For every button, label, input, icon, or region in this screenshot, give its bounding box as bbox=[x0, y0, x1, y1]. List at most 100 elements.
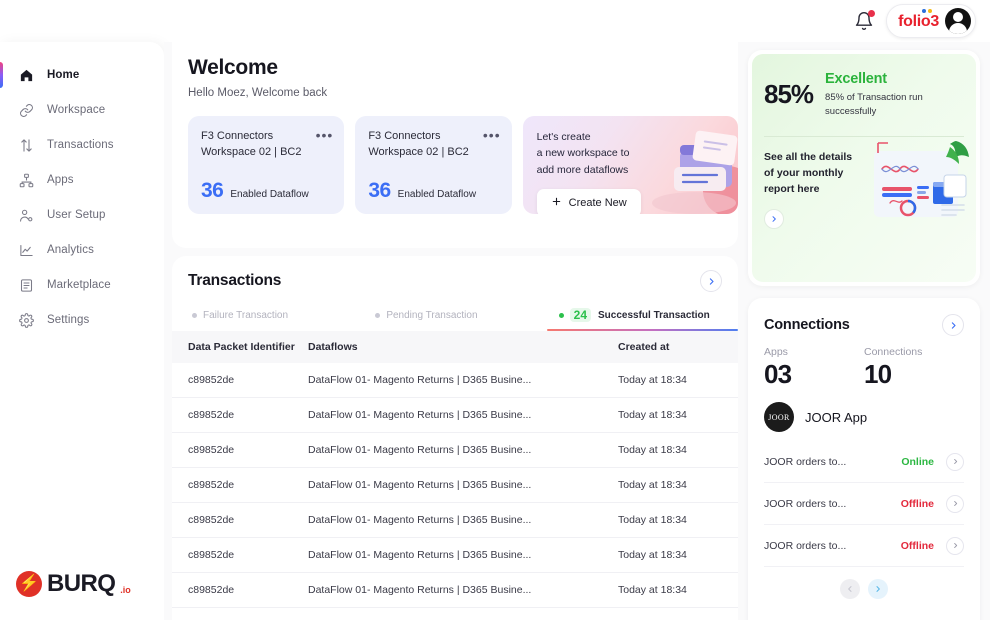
more-options-icon[interactable]: ••• bbox=[316, 128, 334, 142]
cell-identifier: c89852de bbox=[172, 467, 308, 503]
table-row[interactable]: c89852de DataFlow 01- Magento Returns | … bbox=[172, 502, 738, 538]
joor-app-avatar: JOOR bbox=[764, 402, 794, 432]
cell-dataflow: DataFlow 01- Magento Returns | D365 Busi… bbox=[308, 467, 618, 503]
sidebar-item-user-setup[interactable]: User Setup bbox=[0, 198, 164, 232]
cell-identifier: c89852de bbox=[172, 502, 308, 538]
column-header-identifier: Data Packet Identifier bbox=[172, 331, 308, 363]
chevron-left-icon[interactable] bbox=[840, 579, 860, 599]
transactions-table: Data Packet Identifier Dataflows Created… bbox=[172, 331, 738, 608]
connections-expand-button[interactable] bbox=[942, 314, 964, 336]
bell-icon[interactable] bbox=[854, 10, 876, 31]
table-row[interactable]: c89852de DataFlow 01- Magento Returns | … bbox=[172, 397, 738, 433]
sidebar: Home Workspace Transactions Apps User Se… bbox=[0, 42, 164, 620]
cell-created: Today at 18:34 bbox=[618, 397, 738, 433]
lightning-bolt-icon: ⚡ bbox=[16, 571, 42, 597]
table-row[interactable]: c89852de DataFlow 01- Magento Returns | … bbox=[172, 572, 738, 608]
sitemap-icon bbox=[18, 172, 35, 189]
tab-label: Successful Transaction bbox=[598, 309, 710, 321]
cell-dataflow: DataFlow 01- Magento Returns | D365 Busi… bbox=[308, 537, 618, 573]
connections-stats: Apps 03 Connections 10 bbox=[764, 346, 964, 390]
score-percentage: 85% bbox=[764, 79, 814, 110]
cell-identifier: c89852de bbox=[172, 432, 308, 468]
folio3-logo: folio3 bbox=[898, 9, 939, 30]
cell-identifier: c89852de bbox=[172, 363, 308, 398]
stat-apps-value: 03 bbox=[764, 359, 792, 389]
workspace-cards: F3 Connectors Workspace 02 | BC2 ••• 36 … bbox=[188, 116, 739, 214]
score-verdict: Excellent bbox=[825, 71, 887, 87]
tab-failure-transaction[interactable]: Failure Transaction bbox=[180, 308, 363, 331]
report-dashboard-illustration bbox=[860, 135, 972, 240]
connections-title: Connections bbox=[764, 317, 850, 333]
joor-app-row[interactable]: JOOR JOOR App bbox=[764, 402, 964, 432]
link-icon bbox=[18, 102, 35, 119]
cell-dataflow: DataFlow 01- Magento Returns | D365 Busi… bbox=[308, 502, 618, 538]
cell-created: Today at 18:34 bbox=[618, 537, 738, 573]
profile-menu[interactable]: folio3 bbox=[886, 4, 976, 38]
table-row[interactable]: c89852de DataFlow 01- Magento Returns | … bbox=[172, 363, 738, 398]
cell-created: Today at 18:34 bbox=[618, 502, 738, 538]
table-row[interactable]: c89852de DataFlow 01- Magento Returns | … bbox=[172, 432, 738, 468]
sidebar-item-settings[interactable]: Settings bbox=[0, 303, 164, 337]
sidebar-item-label: Settings bbox=[47, 314, 90, 326]
cell-dataflow: DataFlow 01- Magento Returns | D365 Busi… bbox=[308, 363, 618, 398]
score-description: 85% of Transaction run successfully bbox=[825, 92, 923, 118]
avatar[interactable] bbox=[945, 8, 971, 34]
stat-connections: Connections 10 bbox=[864, 346, 964, 390]
list-item[interactable]: JOOR orders to... Offline bbox=[764, 483, 964, 525]
sidebar-item-apps[interactable]: Apps bbox=[0, 163, 164, 197]
cell-dataflow: DataFlow 01- Magento Returns | D365 Busi… bbox=[308, 397, 618, 433]
column-header-created: Created at bbox=[618, 331, 738, 363]
create-new-button[interactable]: Create New bbox=[536, 188, 641, 214]
connection-name: JOOR orders to... bbox=[764, 539, 847, 552]
connection-name: JOOR orders to... bbox=[764, 497, 847, 510]
create-workspace-card[interactable]: Let's create a new workspace to add more… bbox=[522, 116, 739, 214]
status-dot-icon bbox=[192, 312, 197, 318]
create-line-2: a new workspace to bbox=[536, 147, 630, 160]
tab-successful-transaction[interactable]: 24 Successful Transaction bbox=[546, 308, 739, 331]
transactions-expand-button[interactable] bbox=[700, 270, 722, 292]
cell-identifier: c89852de bbox=[172, 537, 308, 573]
dashboard-page: folio3 Home Workspace Transactions Apps … bbox=[0, 0, 990, 620]
tab-label: Pending Transaction bbox=[386, 309, 478, 321]
stat-apps: Apps 03 bbox=[764, 346, 864, 390]
cell-created: Today at 18:34 bbox=[618, 432, 738, 468]
table-row[interactable]: c89852de DataFlow 01- Magento Returns | … bbox=[172, 537, 738, 573]
plus-icon bbox=[551, 196, 562, 210]
connections-header: Connections bbox=[764, 314, 964, 336]
table-row[interactable]: c89852de DataFlow 01- Magento Returns | … bbox=[172, 467, 738, 503]
sidebar-item-analytics[interactable]: Analytics bbox=[0, 233, 164, 267]
connection-detail-button[interactable] bbox=[946, 536, 964, 555]
sidebar-item-home[interactable]: Home bbox=[0, 58, 164, 92]
table-header-row: Data Packet Identifier Dataflows Created… bbox=[172, 331, 738, 363]
main-content: Welcome Hello Moez, Welcome back F3 Conn… bbox=[164, 42, 990, 620]
welcome-section: Welcome Hello Moez, Welcome back F3 Conn… bbox=[172, 42, 739, 248]
list-item[interactable]: JOOR orders to... Offline bbox=[764, 525, 964, 567]
score-card-inner: 85% Excellent 85% of Transaction run suc… bbox=[752, 54, 976, 282]
connection-detail-button[interactable] bbox=[946, 494, 964, 513]
workspace-card[interactable]: F3 Connectors Workspace 02 | BC2 ••• 36 … bbox=[188, 116, 345, 214]
home-icon bbox=[18, 67, 35, 84]
list-item[interactable]: JOOR orders to... Online bbox=[764, 441, 964, 483]
cell-created: Today at 18:34 bbox=[618, 467, 738, 503]
sidebar-item-label: Transactions bbox=[47, 139, 114, 151]
sidebar-item-transactions[interactable]: Transactions bbox=[0, 128, 164, 162]
chevron-right-icon[interactable] bbox=[868, 579, 888, 599]
transaction-tabs: Failure Transaction Pending Transaction … bbox=[172, 308, 739, 331]
connection-detail-button[interactable] bbox=[946, 452, 964, 471]
stat-apps-label: Apps bbox=[764, 346, 788, 358]
dataflow-label: Enabled Dataflow bbox=[230, 189, 309, 200]
workspace-card-title: F3 Connectors Workspace 02 | BC2 bbox=[201, 130, 302, 158]
transaction-score-card: 85% Excellent 85% of Transaction run suc… bbox=[748, 50, 980, 286]
user-gear-icon bbox=[18, 207, 35, 224]
sidebar-item-label: User Setup bbox=[47, 209, 106, 221]
status-badge: Offline bbox=[900, 539, 934, 552]
sidebar-item-label: Apps bbox=[47, 174, 74, 186]
create-workspace-text: Let's create a new workspace to add more… bbox=[537, 129, 738, 178]
dataflow-count: 36 bbox=[201, 179, 224, 202]
workspace-card[interactable]: F3 Connectors Workspace 02 | BC2 ••• 36 … bbox=[355, 116, 512, 214]
monthly-report-button[interactable] bbox=[764, 209, 784, 230]
sidebar-item-workspace[interactable]: Workspace bbox=[0, 93, 164, 127]
more-options-icon[interactable]: ••• bbox=[483, 128, 501, 142]
tab-pending-transaction[interactable]: Pending Transaction bbox=[363, 308, 546, 331]
sidebar-item-marketplace[interactable]: Marketplace bbox=[0, 268, 164, 302]
